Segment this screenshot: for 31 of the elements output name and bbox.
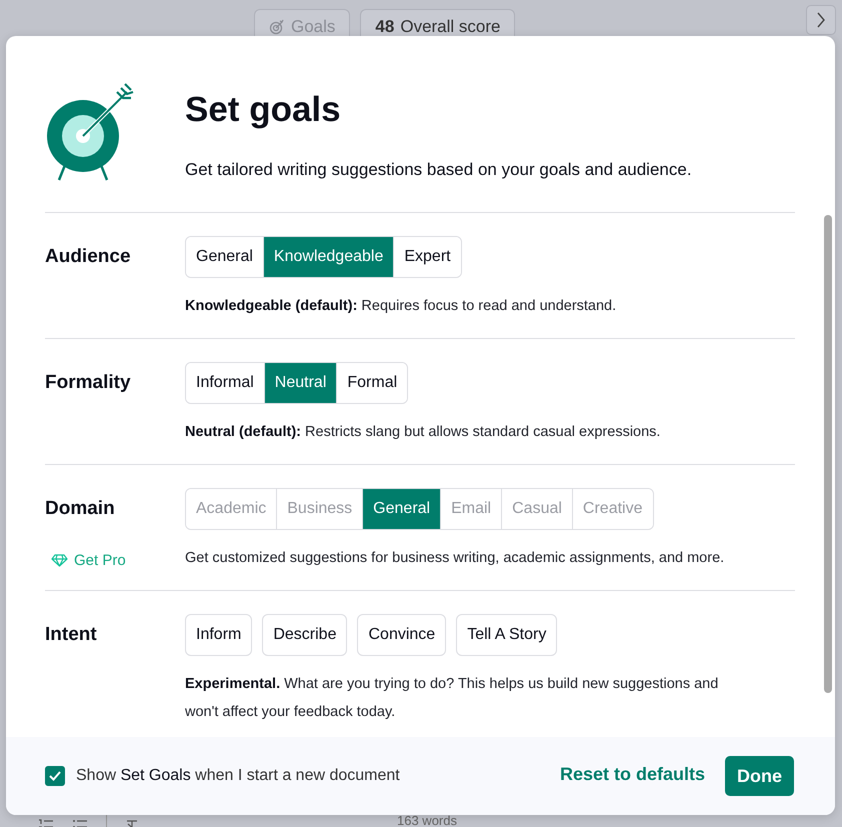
check-icon xyxy=(48,770,62,782)
option-button[interactable]: Inform xyxy=(185,614,252,656)
next-button[interactable] xyxy=(806,5,836,35)
word-count[interactable]: 163 words xyxy=(397,815,457,827)
section-description: Knowledgeable (default): Requires focus to read and understand. xyxy=(185,297,618,316)
chevron-right-icon xyxy=(816,12,826,28)
option-tab[interactable]: Expert xyxy=(393,237,461,277)
option-tab[interactable]: Knowledgeable xyxy=(262,237,394,277)
section-description: Experimental. What are you trying to do? This helps us build new suggestions and won't affect your feedback today. xyxy=(185,675,720,722)
checkbox-label: Show Set Goals when I start a new document xyxy=(76,767,400,785)
section-label: Audience xyxy=(45,246,132,268)
get-pro-link[interactable]: Get Pro xyxy=(51,552,126,569)
dialog-subtitle: Get tailored writing suggestions based on your goals and audience. xyxy=(185,160,692,180)
done-button[interactable]: Done xyxy=(725,756,794,796)
section-label: Formality xyxy=(45,372,132,394)
scrollbar[interactable] xyxy=(824,215,832,693)
option-tab[interactable]: Formal xyxy=(336,363,408,403)
diamond-icon xyxy=(51,554,68,567)
reset-button[interactable]: Reset to defaults xyxy=(560,764,705,784)
option-button[interactable]: Convince xyxy=(357,614,446,656)
section-label: Domain xyxy=(45,498,116,520)
section-label: Intent xyxy=(45,624,98,646)
section-description: Neutral (default): Restricts slang but allows standard casual expressions. xyxy=(185,423,662,442)
dialog-title: Set goals xyxy=(185,90,342,130)
section-description: Get customized suggestions for business writing, academic assignments, and more. xyxy=(185,549,726,568)
option-tab[interactable]: Neutral xyxy=(264,363,336,403)
checkbox[interactable] xyxy=(45,766,65,786)
option-tab[interactable]: General xyxy=(362,489,440,529)
option-button[interactable]: Describe xyxy=(262,614,348,656)
option-button[interactable]: Tell A Story xyxy=(456,614,558,656)
target-icon xyxy=(269,19,285,35)
